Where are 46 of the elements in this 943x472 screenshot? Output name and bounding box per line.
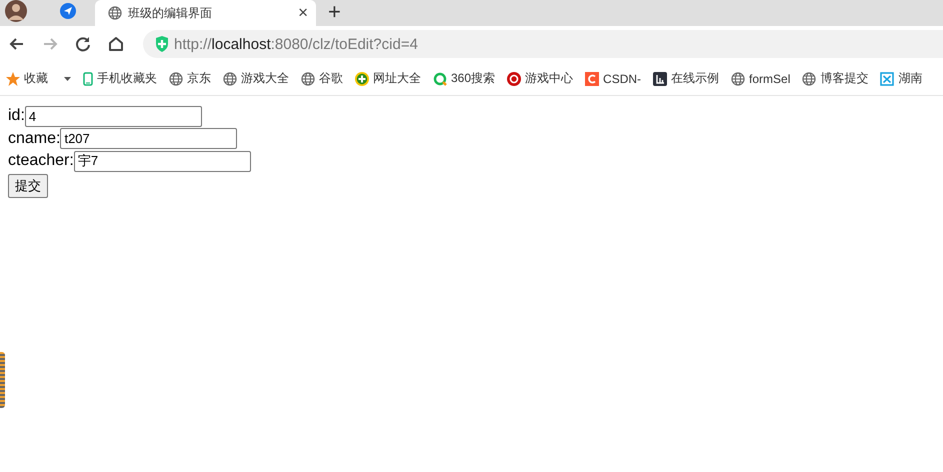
bookmark[interactable]: formSel <box>731 72 790 86</box>
new-tab-button[interactable]: + <box>328 1 341 26</box>
navigation-icon[interactable] <box>59 2 77 20</box>
chart-icon <box>653 72 668 86</box>
star-icon <box>6 72 20 86</box>
globe-icon <box>108 6 122 20</box>
plus-icon <box>355 72 369 86</box>
globe-icon <box>169 72 183 86</box>
input-field[interactable]: 4 <box>24 106 202 127</box>
globe-icon <box>731 72 746 86</box>
bookmark[interactable]: 湖南 <box>880 70 922 87</box>
url-text: http://localhost:8080/clz/toEdit?cid=4 <box>174 36 418 52</box>
bookmark[interactable]: 手机收藏夹 <box>83 70 157 87</box>
bookmark[interactable]: 京东 <box>169 70 211 87</box>
shield-icon <box>155 36 169 52</box>
bookmark[interactable]: 博客提交 <box>802 70 868 87</box>
close-button[interactable]: × <box>298 3 308 23</box>
globe-icon <box>223 72 237 86</box>
submit-button[interactable]: 提交 <box>8 174 48 198</box>
square-icon <box>880 72 894 86</box>
field-label: id: <box>8 107 25 126</box>
c-logo-icon <box>585 72 600 86</box>
bookmark[interactable]: 谷歌 <box>301 70 343 87</box>
input-field[interactable]: 宇7 <box>74 150 251 172</box>
tab-title: 班级的编辑界面 <box>128 4 213 22</box>
reload-icon[interactable] <box>74 35 92 53</box>
bookmark[interactable]: 游戏大全 <box>223 70 289 87</box>
bookmark[interactable]: 网址大全 <box>355 70 421 87</box>
home-icon[interactable] <box>107 35 125 53</box>
field-label: cteacher: <box>8 152 74 170</box>
ring-icon <box>433 72 447 86</box>
globe-icon <box>301 72 315 86</box>
bookmark[interactable]: 360搜索 <box>433 70 496 87</box>
bookmark[interactable]: CSDN- <box>585 72 642 86</box>
field-label: cname: <box>8 130 60 148</box>
caret-icon <box>64 76 71 80</box>
circle-icon <box>507 72 522 86</box>
address-bar[interactable]: http://localhost:8080/clz/toEdit?cid=4 <box>143 30 943 58</box>
input-field[interactable]: t207 <box>60 128 238 150</box>
phone-icon <box>83 72 93 86</box>
bookmark[interactable]: 在线示例 <box>653 70 720 87</box>
bookmark[interactable]: 游戏中心 <box>507 70 574 87</box>
bookmark[interactable]: 收藏 <box>6 70 71 87</box>
browser-tab[interactable]: 班级的编辑界面 × <box>95 0 316 26</box>
globe-icon <box>802 72 816 86</box>
side-handle[interactable] <box>0 352 5 408</box>
